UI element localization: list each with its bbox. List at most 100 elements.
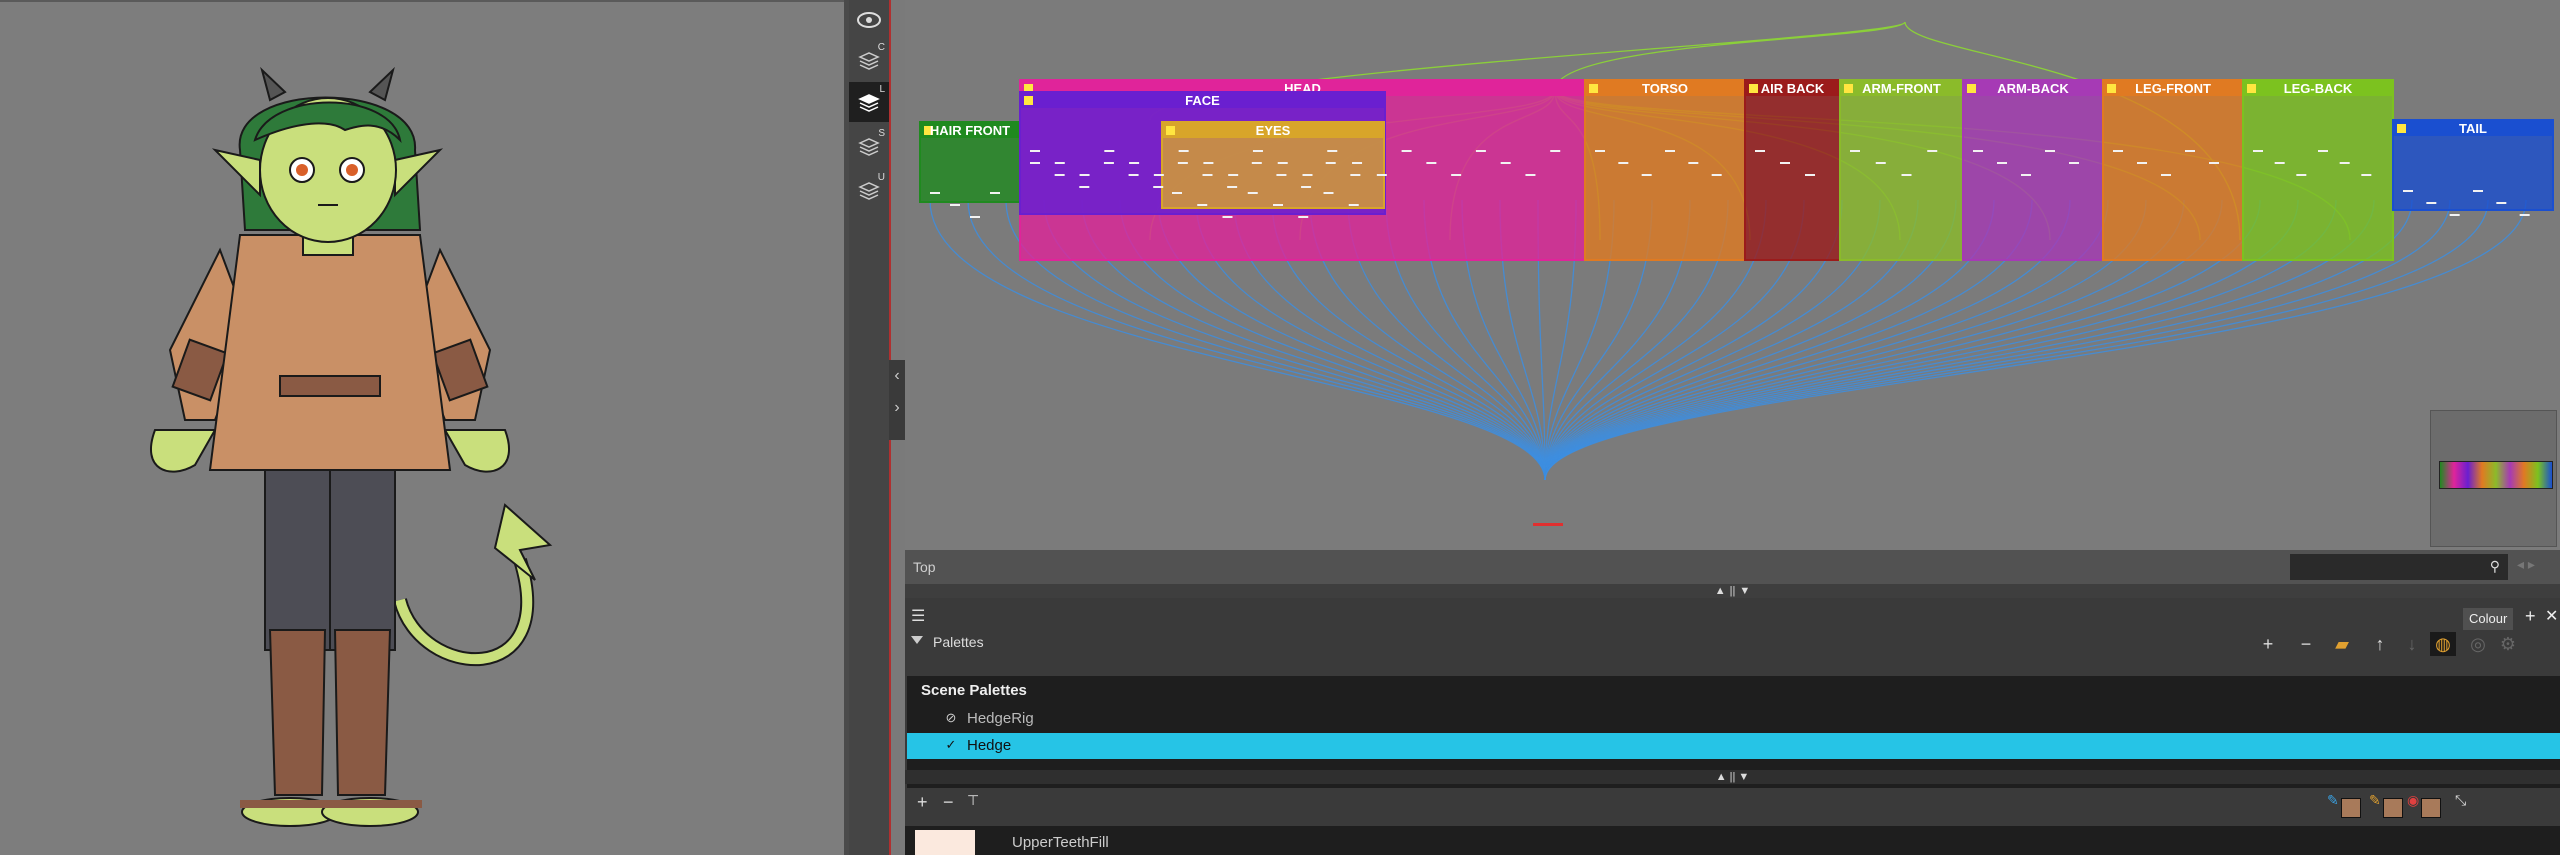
palettes-header: Palettes + − ▰ ↑ ↓ ◍ ◎ ⚙ xyxy=(905,626,2560,660)
node-dot xyxy=(1103,162,1114,164)
node-dot xyxy=(1153,174,1164,176)
remove-palette-button[interactable]: − xyxy=(2293,632,2319,656)
close-tab-icon[interactable]: ✕ xyxy=(2545,606,2558,626)
node-dot xyxy=(970,216,980,218)
collapse-right-button[interactable]: › xyxy=(889,392,905,424)
node-groups: HAIR FRONTHEADFACEEYESTORSO AIR BACK ARM-F… xyxy=(919,79,2554,261)
node-dot xyxy=(1641,174,1652,176)
node-dot xyxy=(1475,150,1486,152)
eye-icon xyxy=(857,12,881,28)
node-dot xyxy=(1177,162,1188,164)
node-group-label: ARM-BACK xyxy=(1997,81,2069,96)
node-dot xyxy=(930,192,940,194)
colour-panel: ☰ Colour + ✕ Palettes + − ▰ ↑ ↓ ◍ ◎ ⚙ Sc… xyxy=(905,598,2560,855)
layer-l-button[interactable]: L xyxy=(849,82,889,122)
node-dot xyxy=(2361,174,2372,176)
remove-colour-button[interactable]: − xyxy=(943,792,954,813)
nav-arrows[interactable]: ◂ ▸ xyxy=(2517,556,2535,573)
node-dot xyxy=(2318,150,2328,152)
node-group-colour-icon xyxy=(2107,84,2116,93)
layer-letter: U xyxy=(877,172,885,183)
node-dot xyxy=(1247,192,1258,194)
node-dot xyxy=(1172,192,1182,194)
collapse-strip: ‹ › xyxy=(889,360,905,440)
node-dot xyxy=(1129,162,1140,164)
colour-row[interactable]: UpperTeethFill xyxy=(905,826,2558,855)
add-tab-icon[interactable]: + xyxy=(2525,606,2536,627)
palette-link-icon[interactable]: ◎ xyxy=(2465,632,2491,656)
palette-brush-icon[interactable]: ◍ xyxy=(2430,632,2456,656)
node-dot xyxy=(2403,190,2413,192)
node-view[interactable]: HAIR FRONT HEAD FACE EYES TORSO AIR BACK ARM-F… xyxy=(905,0,2560,550)
node-search-field[interactable]: ⚲ xyxy=(2290,554,2508,580)
node-dot xyxy=(1251,162,1262,164)
node-group-leg-front xyxy=(2102,79,2244,261)
node-dot xyxy=(1850,150,1860,152)
bucket-colour-swatch[interactable] xyxy=(2421,798,2441,818)
node-dot xyxy=(1104,150,1115,152)
node-dot xyxy=(1665,150,1675,152)
node-dot xyxy=(2473,190,2483,192)
node-dot xyxy=(1153,186,1164,188)
paint-bucket-icon[interactable]: ◉ xyxy=(2407,792,2419,809)
node-dot xyxy=(1202,174,1213,176)
node-dot xyxy=(1997,162,2007,164)
layer-stack-icon xyxy=(858,94,880,112)
add-colour-button[interactable]: + xyxy=(917,792,928,813)
node-group-label: FACE xyxy=(1185,93,1220,108)
layer-u-button[interactable]: U xyxy=(849,170,889,210)
add-palette-button[interactable]: + xyxy=(2255,632,2281,656)
palette-settings-icon[interactable]: ⚙ xyxy=(2495,632,2521,656)
panel-menu-icon[interactable]: ☰ xyxy=(911,606,925,626)
node-group-label: ARM-FRONT xyxy=(1862,81,1941,96)
camera-view[interactable] xyxy=(0,0,844,855)
node-group-label: AIR BACK xyxy=(1761,81,1825,96)
breadcrumb[interactable]: Top xyxy=(913,559,936,575)
palette-row-hedgerig[interactable]: ⊘ HedgeRig xyxy=(907,706,2560,732)
node-group-label: TORSO xyxy=(1642,81,1688,96)
palette-folder-icon[interactable]: ▰ xyxy=(2329,632,2355,656)
brush-colour-swatch[interactable] xyxy=(2383,798,2403,818)
eye-toggle-button[interactable] xyxy=(849,0,889,40)
node-dot xyxy=(1525,174,1536,176)
colour-swatch xyxy=(915,830,975,855)
node-dot xyxy=(1197,204,1208,206)
layer-letter: C xyxy=(877,42,885,53)
move-down-icon[interactable]: ↓ xyxy=(2399,632,2425,656)
node-dot xyxy=(2069,162,2079,164)
collapse-triangle-icon[interactable] xyxy=(911,636,923,644)
node-dot xyxy=(2426,202,2437,204)
panel-splitter[interactable]: ▲ || ▼ xyxy=(905,584,2560,598)
node-dot xyxy=(1277,162,1288,164)
node-group-arm-back xyxy=(1962,79,2104,261)
pencil-icon[interactable]: ✎ xyxy=(2327,792,2339,809)
node-dot xyxy=(990,192,1000,194)
node-dot xyxy=(2449,214,2460,216)
colour-splitter[interactable]: ▲ || ▼ xyxy=(905,770,2560,784)
node-dot xyxy=(1301,186,1312,188)
node-dot xyxy=(1901,174,1912,176)
node-group-colour-icon xyxy=(1166,126,1175,135)
node-dot xyxy=(950,204,960,206)
colour-options-icon[interactable]: ⊤ xyxy=(967,792,979,809)
palette-row-hedge[interactable]: ✓ Hedge xyxy=(907,733,2560,759)
pencil-colour-swatch[interactable] xyxy=(2341,798,2361,818)
node-dot xyxy=(2519,214,2530,216)
node-dot xyxy=(1401,150,1412,152)
node-dot xyxy=(1030,150,1040,152)
move-up-icon[interactable]: ↑ xyxy=(2367,632,2393,656)
layer-s-button[interactable]: S xyxy=(849,126,889,166)
node-group-colour-icon xyxy=(1967,84,1976,93)
node-dot xyxy=(1323,192,1334,194)
brush-icon[interactable]: ✎ xyxy=(2369,792,2381,809)
node-group-colour-icon xyxy=(1589,84,1598,93)
node-dot xyxy=(1327,150,1338,152)
node-dot xyxy=(1079,174,1090,176)
node-group-torso xyxy=(1584,79,1746,261)
expand-icon[interactable]: ⤡ xyxy=(2455,792,2466,809)
minimap[interactable] xyxy=(2430,410,2557,547)
node-dot xyxy=(1298,216,1309,218)
collapse-left-button[interactable]: ‹ xyxy=(889,360,905,392)
node-group-label: TAIL xyxy=(2459,121,2487,136)
layer-c-button[interactable]: C xyxy=(849,40,889,80)
